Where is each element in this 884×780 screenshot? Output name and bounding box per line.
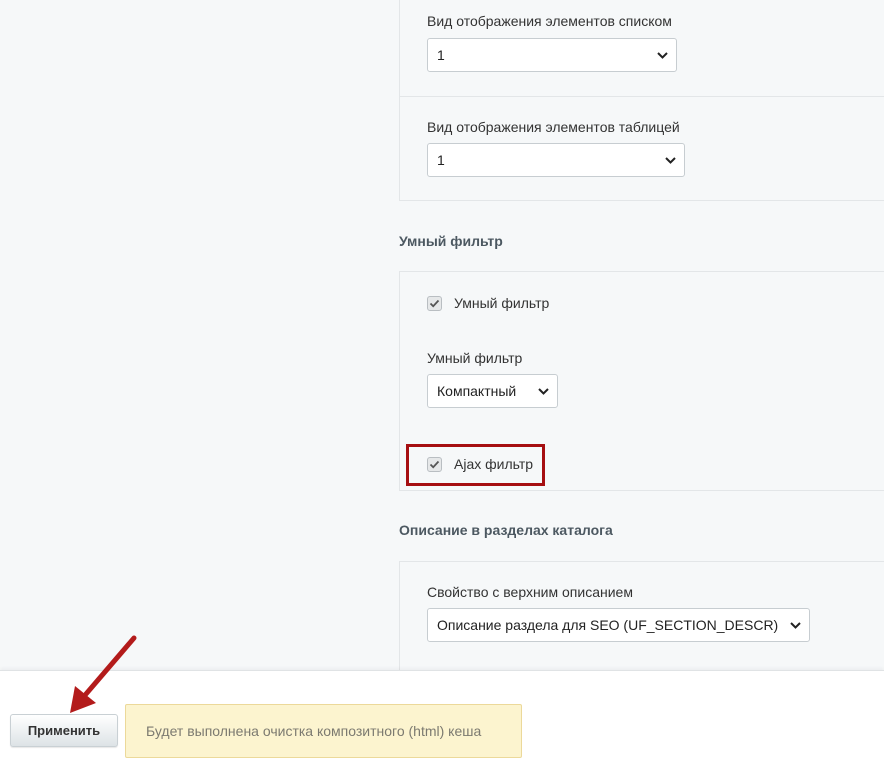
table-view-field: Вид отображения элементов таблицей 1	[399, 97, 884, 201]
smart-filter-type-value: Компактный	[437, 383, 517, 399]
smart-filter-type-field: Умный фильтр Компактный	[399, 328, 884, 434]
smart-filter-checkbox-label: Умный фильтр	[454, 295, 550, 311]
list-view-field: Вид отображения элементов списком 1	[399, 0, 884, 97]
smart-filter-checkbox[interactable]	[427, 296, 442, 311]
description-section-title: Описание в разделах каталога	[399, 522, 613, 538]
table-view-select[interactable]: 1	[427, 143, 685, 177]
chevron-down-icon	[665, 144, 676, 176]
table-view-label: Вид отображения элементов таблицей	[427, 119, 680, 135]
settings-page: Вид отображения элементов списком 1 Вид …	[0, 0, 884, 780]
top-description-select[interactable]: Описание раздела для SEO (UF_SECTION_DES…	[427, 608, 810, 642]
smart-filter-section-title: Умный фильтр	[399, 233, 503, 249]
list-view-value: 1	[437, 47, 445, 63]
top-description-label: Свойство с верхним описанием	[427, 584, 633, 600]
smart-filter-type-select[interactable]: Компактный	[427, 374, 558, 408]
chevron-down-icon	[657, 39, 668, 71]
chevron-down-icon	[790, 609, 801, 641]
table-view-value: 1	[437, 152, 445, 168]
annotation-arrow-icon	[70, 635, 137, 713]
smart-filter-type-label: Умный фильтр	[427, 350, 523, 366]
top-description-value: Описание раздела для SEO (UF_SECTION_DES…	[437, 617, 779, 633]
smart-filter-checkbox-field: Умный фильтр	[399, 271, 884, 329]
apply-button[interactable]: Применить	[10, 714, 118, 747]
list-view-label: Вид отображения элементов списком	[427, 13, 672, 29]
top-description-field: Свойство с верхним описанием Описание ра…	[399, 561, 884, 671]
cache-clear-notice: Будет выполнена очистка композитного (ht…	[125, 704, 522, 758]
chevron-down-icon	[538, 375, 549, 407]
ajax-filter-highlight-frame	[406, 444, 545, 486]
list-view-select[interactable]: 1	[427, 38, 677, 72]
